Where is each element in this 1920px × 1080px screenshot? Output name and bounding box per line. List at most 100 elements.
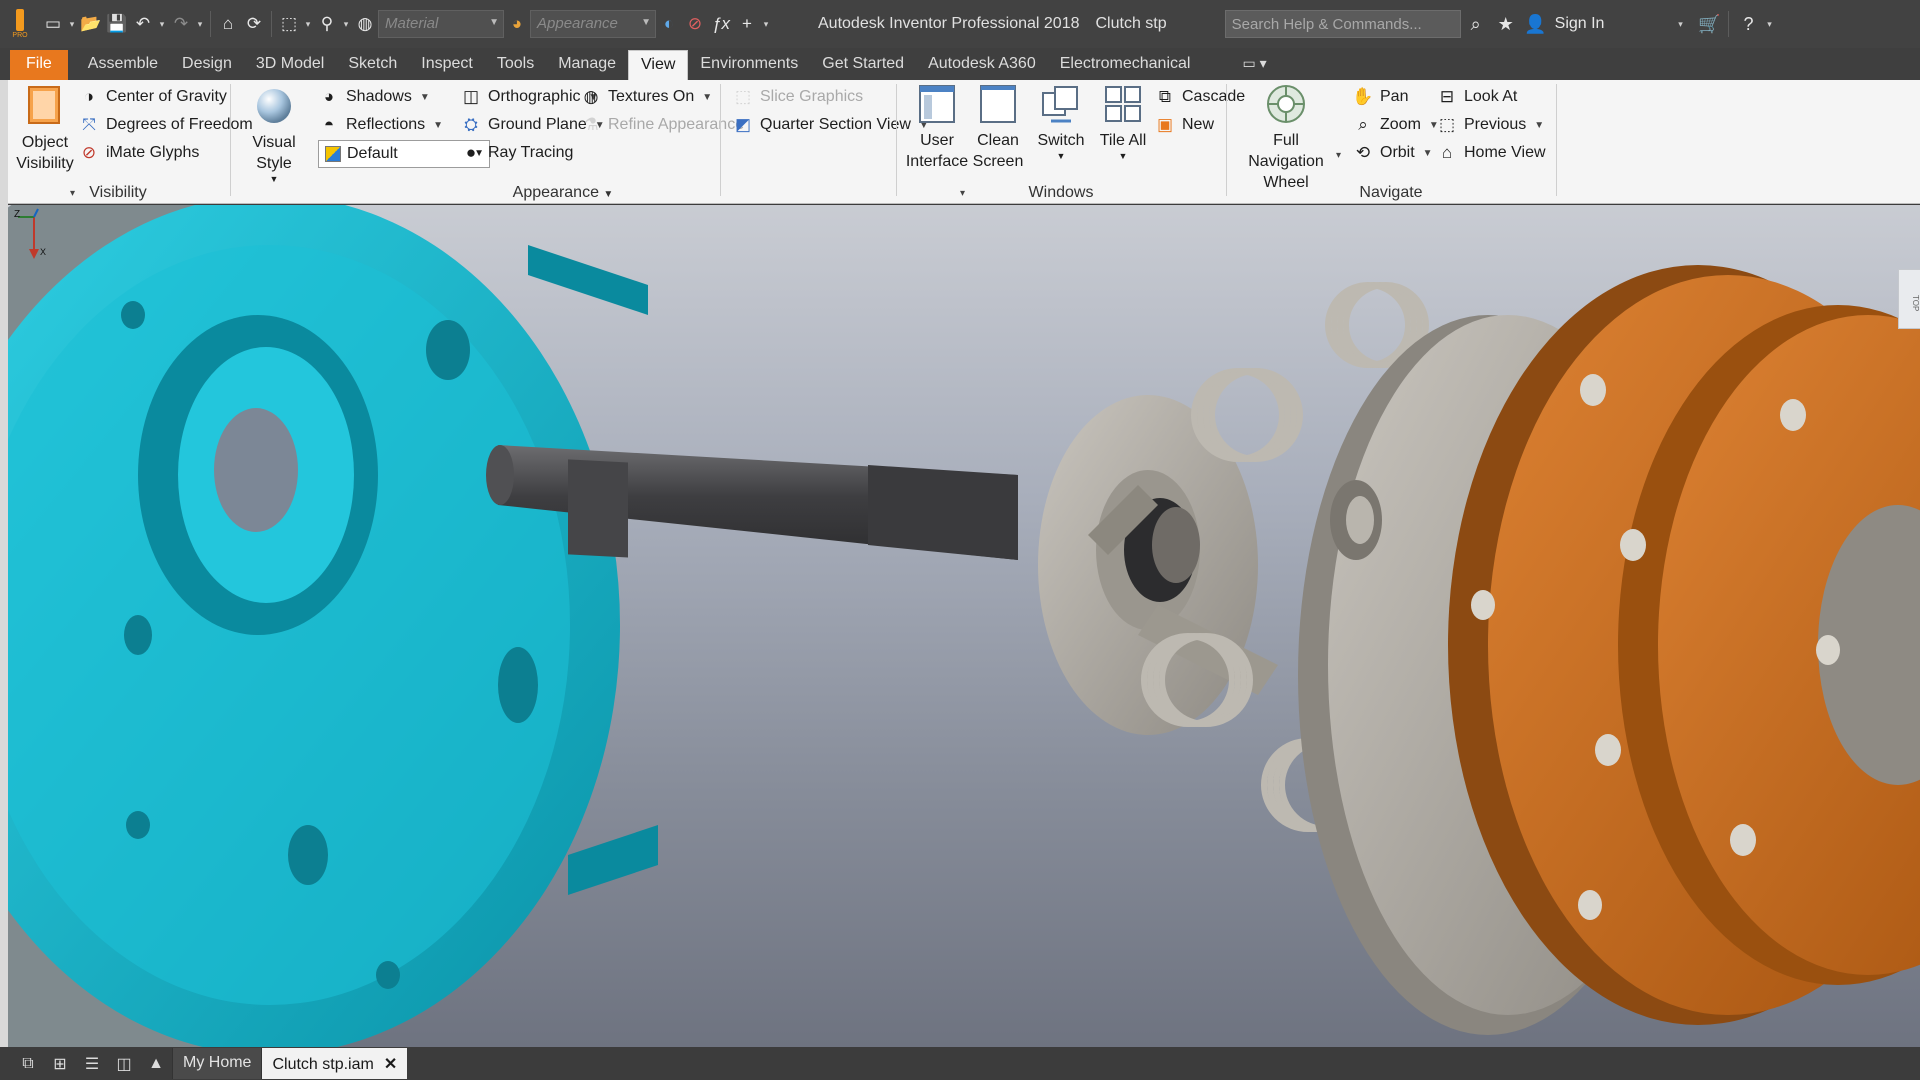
new-window-button[interactable]: ▣ New bbox=[1154, 110, 1214, 140]
tile-all-label: Tile All bbox=[1099, 132, 1147, 149]
color-wheel-icon[interactable]: ◕ bbox=[504, 9, 530, 39]
clear-appearance-icon[interactable]: ⊘ bbox=[682, 9, 708, 39]
tile-windows-icon[interactable]: ⊞ bbox=[44, 1049, 76, 1079]
previous-view-button[interactable]: ⬚ Previous ▼ bbox=[1436, 110, 1544, 140]
object-visibility-label-1: Object bbox=[21, 134, 69, 151]
reflections-button[interactable]: ◓ Reflections ▼ bbox=[318, 110, 443, 140]
center-of-gravity-button[interactable]: ◑ Center of Gravity bbox=[78, 82, 227, 112]
material-placeholder: Material bbox=[385, 15, 439, 32]
help-caret[interactable]: ▾ bbox=[1763, 19, 1775, 30]
switch-button[interactable]: Switch ▼ bbox=[1030, 82, 1092, 161]
customize-qat-caret[interactable]: ▾ bbox=[760, 19, 772, 30]
full-navigation-wheel-button[interactable]: Full Navigation Wheel bbox=[1234, 82, 1338, 193]
save-icon[interactable]: 💾 bbox=[104, 9, 130, 39]
tab-file[interactable]: File bbox=[10, 50, 68, 80]
pan-label: Pan bbox=[1380, 88, 1409, 105]
clean-screen-button[interactable]: Clean Screen bbox=[970, 82, 1026, 172]
favorites-star-icon[interactable]: ★ bbox=[1491, 9, 1521, 39]
graphics-viewport[interactable]: TOP Z X bbox=[8, 205, 1920, 1047]
tab-view[interactable]: View bbox=[628, 50, 689, 80]
sign-in-link[interactable]: Sign In bbox=[1555, 15, 1605, 33]
search-input[interactable]: Search Help & Commands... bbox=[1224, 10, 1461, 38]
user-interface-button[interactable]: User Interface bbox=[904, 82, 970, 172]
orbit-button[interactable]: ⟲ Orbit ▼ bbox=[1352, 138, 1433, 168]
measure-icon[interactable]: ⚲ bbox=[314, 9, 340, 39]
switch-caret[interactable]: ▼ bbox=[1030, 151, 1092, 161]
textures-on-button[interactable]: ◍ Textures On ▼ bbox=[580, 82, 713, 112]
close-icon[interactable]: ✕ bbox=[384, 1056, 397, 1073]
tab-autodesk-a360[interactable]: Autodesk A360 bbox=[916, 50, 1048, 80]
select-dropdown-caret[interactable]: ▾ bbox=[302, 19, 314, 30]
visual-style-button[interactable]: Visual Style ▼ bbox=[238, 84, 310, 184]
home-icon[interactable]: ⌂ bbox=[215, 9, 241, 39]
tile-all-button[interactable]: Tile All ▼ bbox=[1094, 82, 1152, 161]
add-icon[interactable]: + bbox=[734, 9, 760, 39]
update-icon[interactable]: ⟳ bbox=[241, 9, 267, 39]
quarter-section-icon: ◩ bbox=[734, 115, 752, 134]
imate-glyphs-button[interactable]: ⊘ iMate Glyphs bbox=[78, 138, 200, 168]
select-icon[interactable]: ⬚ bbox=[276, 9, 302, 39]
clutch-housing[interactable] bbox=[8, 205, 658, 1047]
undo-icon[interactable]: ↶ bbox=[130, 9, 156, 39]
tab-inspect[interactable]: Inspect bbox=[409, 50, 485, 80]
look-at-button[interactable]: ⊟ Look At bbox=[1436, 82, 1518, 112]
tab-sketch[interactable]: Sketch bbox=[336, 50, 409, 80]
tile-all-caret[interactable]: ▼ bbox=[1094, 151, 1152, 161]
tile-vertical-icon[interactable]: ◫ bbox=[108, 1049, 140, 1079]
measure-dropdown-caret[interactable]: ▾ bbox=[340, 19, 352, 30]
shadows-button[interactable]: ◕ Shadows ▼ bbox=[318, 82, 430, 112]
undo-dropdown-caret[interactable]: ▾ bbox=[156, 19, 168, 30]
tab-tools[interactable]: Tools bbox=[485, 50, 546, 80]
adjust-appearance-icon[interactable]: ◐ bbox=[656, 9, 682, 39]
open-folder-icon[interactable]: 📂 bbox=[78, 9, 104, 39]
ray-tracing-button[interactable]: ● Ray Tracing bbox=[460, 138, 574, 168]
tile-horizontal-icon[interactable]: ☰ bbox=[76, 1049, 108, 1079]
tab-clutch-stp-iam[interactable]: Clutch stp.iam ✕ bbox=[261, 1048, 408, 1079]
pan-button[interactable]: ✋ Pan bbox=[1352, 82, 1408, 112]
app-logo-badge: PRO bbox=[12, 32, 28, 39]
cascade-windows-icon[interactable]: ⧉ bbox=[12, 1049, 44, 1079]
new-dropdown-caret[interactable]: ▾ bbox=[66, 19, 78, 30]
degrees-of-freedom-button[interactable]: ⤧ Degrees of Freedom bbox=[78, 110, 253, 140]
tab-my-home[interactable]: My Home bbox=[172, 1048, 262, 1079]
material-combo[interactable]: Material ▼ bbox=[378, 10, 504, 38]
app-logo[interactable]: PRO bbox=[0, 0, 40, 48]
shadows-icon: ◕ bbox=[323, 87, 335, 106]
new-file-icon[interactable]: ▭ bbox=[40, 9, 66, 39]
navigate-panel-label: Navigate bbox=[1359, 184, 1423, 201]
sign-in-caret[interactable]: ▾ bbox=[1674, 19, 1686, 30]
visual-style-caret[interactable]: ▼ bbox=[238, 174, 310, 184]
tab-assemble[interactable]: Assemble bbox=[76, 50, 170, 80]
parameters-fx-icon[interactable]: ƒx bbox=[708, 9, 734, 39]
help-icon[interactable]: ? bbox=[1733, 9, 1763, 39]
tab-get-started[interactable]: Get Started bbox=[810, 50, 916, 80]
open-documents-menu-icon[interactable]: ▲ bbox=[140, 1049, 172, 1079]
cart-icon[interactable]: 🛒 bbox=[1694, 9, 1724, 39]
navigate-panel: Full Navigation Wheel ▾ ✋ Pan ⌕ Zoom ▼ ⟲ Orb… bbox=[1228, 80, 1554, 204]
appearance-panel-label[interactable]: Appearance ▼ bbox=[232, 184, 894, 202]
chevron-down-icon: ▼ bbox=[489, 17, 499, 28]
windows-panel: User Interface ▾ Clean Screen Switch ▼ T… bbox=[898, 80, 1245, 204]
look-at-icon: ⊟ bbox=[1439, 87, 1455, 106]
appearance-combo[interactable]: Appearance ▼ bbox=[530, 10, 656, 38]
binoculars-icon[interactable]: ⌕ bbox=[1461, 9, 1491, 39]
globe-icon[interactable]: ◍ bbox=[352, 9, 378, 39]
ribbon-display-toggle-icon[interactable]: ▭ ▾ bbox=[1242, 55, 1266, 80]
tab-3d-model[interactable]: 3D Model bbox=[244, 50, 336, 80]
redo-dropdown-caret[interactable]: ▾ bbox=[194, 19, 206, 30]
object-visibility-button[interactable]: Object Visibility bbox=[16, 84, 74, 174]
orthographic-button[interactable]: ◫ Orthographic ▼ bbox=[460, 82, 598, 112]
tab-design[interactable]: Design bbox=[170, 50, 244, 80]
navigation-wheel-caret[interactable]: ▾ bbox=[1336, 140, 1341, 170]
appearance-panel: Visual Style ▼ ◕ Shadows ▼ ◓ Reflections ▼ D… bbox=[232, 80, 929, 204]
zoom-button[interactable]: ⌕ Zoom ▼ bbox=[1352, 110, 1439, 140]
viewcube-tab[interactable]: TOP bbox=[1898, 269, 1920, 329]
tab-electromechanical[interactable]: Electromechanical bbox=[1048, 50, 1203, 80]
panel-separator bbox=[230, 84, 231, 196]
user-icon[interactable]: 👤 bbox=[1521, 9, 1551, 39]
home-view-button[interactable]: ⌂ Home View bbox=[1436, 138, 1546, 168]
tab-environments[interactable]: Environments bbox=[688, 50, 810, 80]
tab-manage[interactable]: Manage bbox=[546, 50, 628, 80]
slice-graphics-button[interactable]: ⬚ Slice Graphics bbox=[732, 82, 863, 112]
redo-icon[interactable]: ↷ bbox=[168, 9, 194, 39]
